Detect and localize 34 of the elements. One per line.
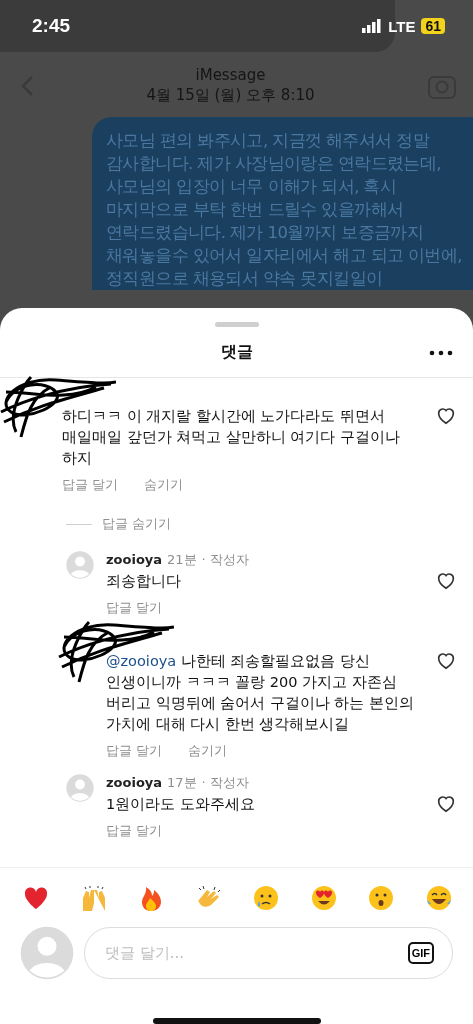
comment-text: 하디ㅋㅋ 이 개지랄 할시간에 노가다라도 뛰면서 매일매일 갚던가 쳐먹고 살만하니 여기다 구걸이나 하지 (62, 407, 402, 468)
signal-icon (362, 19, 383, 33)
sheet-title: 댓글 (220, 341, 253, 363)
username[interactable]: zooioya (106, 775, 163, 790)
heart-eyes-emoji-icon[interactable] (309, 884, 338, 912)
reply-button[interactable]: 답글 달기 (106, 823, 162, 840)
username[interactable]: zooioya (106, 552, 163, 567)
status-time: 2:45 (32, 15, 71, 37)
message-bubble: 사모님 편의 봐주시고, 지금껏 해주셔서 정말 감사합니다. 제가 사장님이랑은 연락드렸는데, 사모님의 입장이 너무 이해가 되서, 혹시 마지막으로 부탁 한번 드릴수 있을까해서 연락드렸습니다. 제가 10월까지 보증금까지 채워놓을수 있어서 일자리에서 해고 되고 이번에, 정직원으로 채용되서 약속 못지킬일이 (92, 117, 473, 290)
hide-replies-button[interactable]: 답글 숨기기 (66, 516, 473, 533)
comment-time: 21분 (167, 551, 197, 569)
author-label: · 작성자 (201, 551, 249, 569)
heart-emoji-icon[interactable] (22, 884, 50, 912)
comment-text: @zooioya 나한테 죄송할필요없음 당신 인생이니까 ㅋㅋㅋ 꼴랑 200 가지고 자존심 버리고 익명뒤에 숨어서 구걸이나 하는 본인의 가치에 대해 다시 한번 생각해보시길 (106, 652, 416, 734)
avatar-icon (66, 551, 94, 579)
mention-link[interactable]: @zooioya (106, 653, 177, 669)
surprised-face-emoji-icon[interactable] (367, 884, 396, 912)
reply-button[interactable]: 답글 달기 (62, 477, 118, 494)
hide-button[interactable]: 숨기기 (188, 743, 227, 760)
hide-button[interactable]: 숨기기 (144, 477, 183, 494)
reply-button[interactable]: 답글 달기 (106, 743, 162, 760)
laughing-face-emoji-icon[interactable] (424, 884, 453, 912)
comment-text: 죄송합니다 (106, 572, 182, 591)
avatar-icon (20, 926, 74, 980)
avatar-icon (66, 774, 94, 802)
battery-level: 61 (421, 18, 445, 34)
crying-face-emoji-icon[interactable] (252, 884, 281, 912)
gif-button[interactable]: GIF (407, 942, 434, 964)
comment-time: 17분 (167, 774, 197, 792)
drag-handle[interactable] (214, 322, 259, 327)
network-label: LTE (388, 17, 416, 35)
author-label: · 작성자 (201, 774, 249, 792)
comment-text: 1원이라도 도와주세요 (106, 795, 256, 814)
reply-button[interactable]: 답글 달기 (106, 600, 162, 617)
